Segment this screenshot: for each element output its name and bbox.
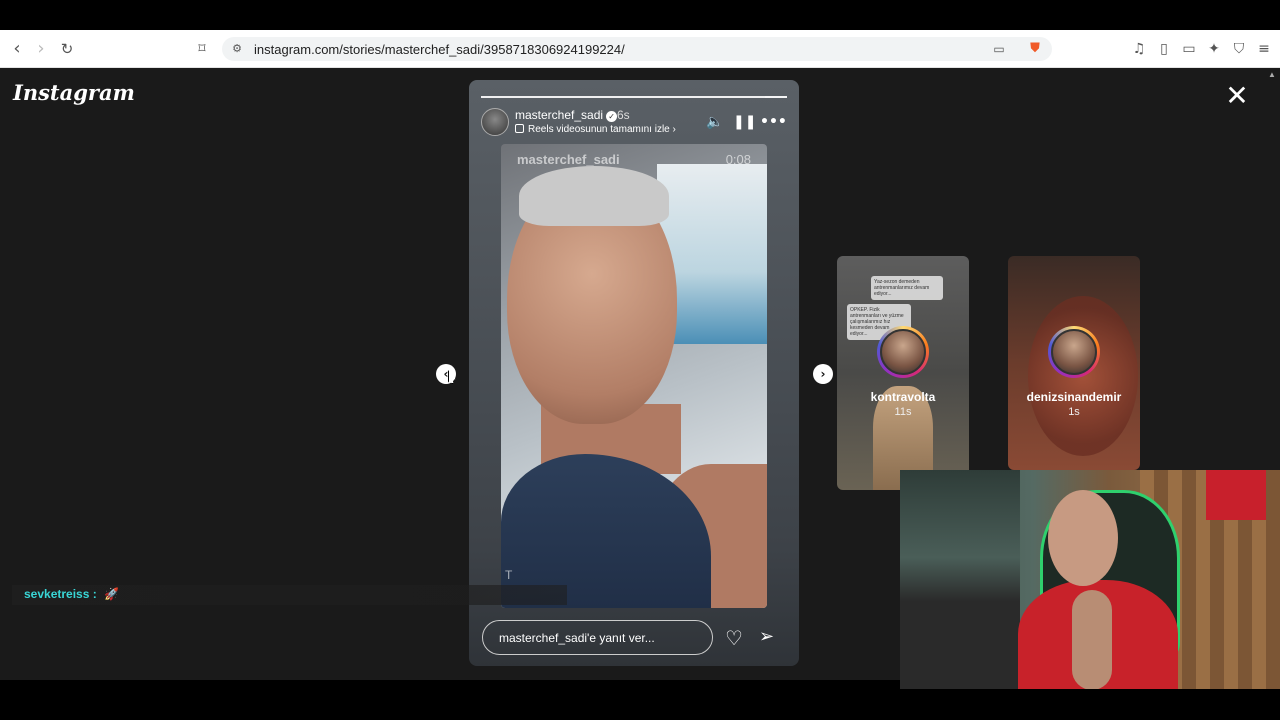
screen-top-bar: [0, 0, 1280, 30]
instagram-logo[interactable]: Instagram: [13, 80, 135, 105]
reply-input[interactable]: masterchef_sadi'e yanıt ver...: [482, 620, 713, 655]
side-story-name: denizsinandemir: [1026, 390, 1122, 404]
scrollbar-up-icon[interactable]: ▲: [1268, 70, 1278, 80]
reels-link-label: Reels videosunun tamamını izle: [528, 124, 670, 135]
stream-chat-message: sevketreiss : 🚀: [12, 585, 567, 605]
browser-toolbar: ‹ › ↻ ⌑ ⚙ instagram.com/stories/masterch…: [0, 30, 1280, 68]
avatar: [1051, 329, 1097, 375]
chat-emote: 🚀: [104, 587, 119, 601]
wallet-icon[interactable]: ▭: [1178, 38, 1200, 60]
webcam-background-left: [900, 470, 1020, 689]
like-heart-icon[interactable]: ♡: [725, 626, 743, 650]
leo-ai-icon[interactable]: ✦: [1203, 38, 1225, 60]
reload-icon[interactable]: ↻: [56, 38, 78, 60]
close-icon[interactable]: ✕: [1225, 82, 1249, 110]
next-story-arrow-icon[interactable]: ›: [813, 364, 833, 384]
forward-icon[interactable]: ›: [30, 38, 52, 60]
address-bar[interactable]: ⚙ instagram.com/stories/masterchef_sadi/…: [222, 37, 1052, 61]
send-icon[interactable]: ➢: [759, 626, 774, 647]
side-story-card-denizsinandemir[interactable]: denizsinandemir 1s: [1008, 256, 1140, 470]
story-note-1: Yaz-sezon demeden antrenmanlarımız devam…: [871, 276, 943, 300]
avatar-ring: [877, 326, 929, 378]
streamer-webcam-overlay: [900, 470, 1280, 689]
side-story-time: 1s: [1068, 406, 1080, 418]
url-text: instagram.com/stories/masterchef_sadi/39…: [254, 42, 625, 57]
reels-link[interactable]: Reels videosunun tamamını izle ›: [515, 124, 676, 135]
reels-icon: [515, 124, 524, 133]
media-icon[interactable]: ♫: [1128, 38, 1150, 60]
video-watermark: T: [505, 568, 513, 582]
video-overlay-username: masterchef_sadi: [517, 152, 620, 167]
pause-icon[interactable]: ❚❚: [733, 114, 756, 130]
video-hair: [519, 166, 669, 226]
video-overlay-time: 0:08: [725, 152, 751, 167]
brave-shield-icon[interactable]: ⛊: [1024, 38, 1046, 60]
avatar[interactable]: [481, 108, 509, 136]
vpn-icon[interactable]: ⛉: [1228, 38, 1250, 60]
side-story-card-kontravolta[interactable]: Yaz-sezon demeden antrenmanlarımız devam…: [837, 256, 969, 490]
chat-username: sevketreiss :: [24, 587, 97, 601]
side-story-time: 11s: [894, 406, 912, 418]
avatar: [880, 329, 926, 375]
webcam-streamer-head: [1048, 490, 1118, 586]
avatar-ring: [1048, 326, 1100, 378]
story-video[interactable]: masterchef_sadi 0:08 T: [501, 144, 767, 608]
webcam-streamer-arm: [1072, 590, 1112, 689]
menu-icon[interactable]: ≡: [1253, 38, 1275, 60]
story-card: masterchef_sadi ✓ 6s Reels videosunun tam…: [469, 80, 799, 666]
webcam-flag: [1206, 470, 1266, 520]
previous-story-arrow-icon[interactable]: ‹: [436, 364, 456, 384]
story-username-text: masterchef_sadi: [515, 108, 604, 122]
story-time-ago: 6s: [617, 108, 630, 122]
back-icon[interactable]: ‹: [6, 38, 28, 60]
story-progress-bar: [481, 96, 787, 98]
more-options-icon[interactable]: •••: [760, 114, 787, 130]
bookmark-icon[interactable]: ⌑: [191, 38, 213, 60]
story-username[interactable]: masterchef_sadi ✓: [515, 108, 618, 122]
site-info-icon[interactable]: ⚙: [226, 38, 248, 60]
verified-badge-icon: ✓: [606, 111, 618, 122]
volume-icon[interactable]: 🔈: [706, 114, 723, 130]
side-story-name: kontravolta: [870, 390, 936, 404]
sidebar-icon[interactable]: ▯: [1153, 38, 1175, 60]
cast-icon[interactable]: ▭: [988, 38, 1010, 60]
story-progress-remaining: [765, 96, 787, 98]
